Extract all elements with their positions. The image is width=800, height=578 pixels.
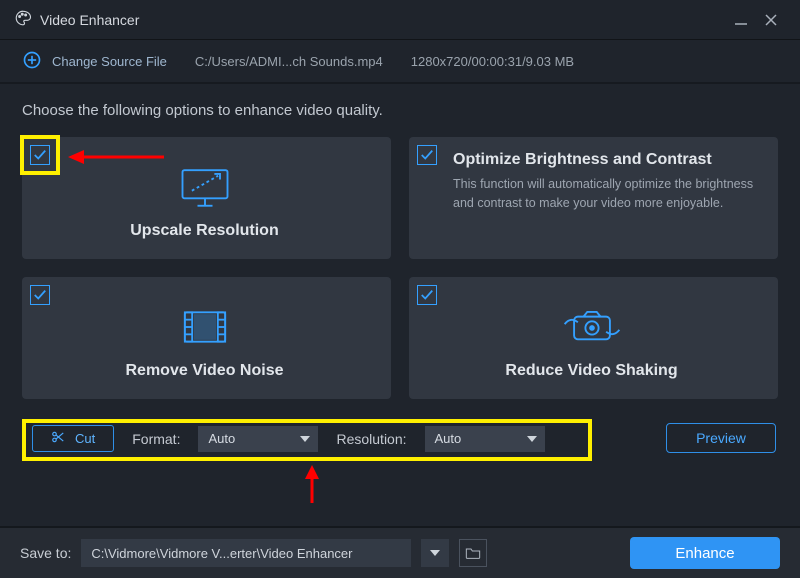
preview-label: Preview — [696, 430, 746, 446]
cut-button[interactable]: Cut — [32, 425, 114, 452]
card-deshake-title: Reduce Video Shaking — [505, 362, 677, 380]
card-deshake[interactable]: Reduce Video Shaking — [409, 277, 778, 399]
resolution-label: Resolution: — [336, 431, 406, 447]
card-optimize-desc: This function will automatically optimiz… — [453, 175, 758, 213]
minimize-button[interactable] — [726, 5, 756, 35]
cut-label: Cut — [75, 431, 95, 446]
controls-row: Cut Format: Auto Resolution: Auto Previe… — [22, 419, 778, 458]
main-area: Choose the following options to enhance … — [0, 84, 800, 466]
save-path-dropdown[interactable] — [421, 539, 449, 567]
checkbox-optimize[interactable] — [417, 145, 437, 165]
format-label: Format: — [132, 431, 180, 447]
app-title: Video Enhancer — [40, 12, 139, 28]
app-title-group: Video Enhancer — [14, 9, 139, 30]
bottom-bar: Save to: C:\Vidmore\Vidmore V...erter\Vi… — [0, 526, 800, 578]
card-upscale-title: Upscale Resolution — [130, 222, 278, 240]
checkbox-deshake[interactable] — [417, 285, 437, 305]
monitor-up-icon — [175, 160, 235, 214]
instruction-text: Choose the following options to enhance … — [22, 102, 778, 119]
save-path-field[interactable]: C:\Vidmore\Vidmore V...erter\Video Enhan… — [81, 539, 411, 567]
card-denoise-title: Remove Video Noise — [126, 362, 284, 380]
format-value: Auto — [208, 431, 235, 446]
camera-shake-icon — [559, 300, 625, 354]
close-button[interactable] — [756, 5, 786, 35]
chevron-down-icon — [527, 434, 537, 444]
save-to-label: Save to: — [20, 545, 71, 561]
change-source-button[interactable]: Change Source File — [22, 50, 167, 73]
chevron-down-icon — [300, 434, 310, 444]
enhancement-cards: Upscale Resolution Optimize Brightness a… — [22, 137, 778, 399]
save-path-text: C:\Vidmore\Vidmore V...erter\Video Enhan… — [91, 546, 352, 561]
enhance-button[interactable]: Enhance — [630, 537, 780, 569]
plus-circle-icon — [22, 50, 42, 73]
chevron-down-icon — [430, 548, 440, 558]
checkbox-denoise[interactable] — [30, 285, 50, 305]
folder-icon — [465, 546, 481, 560]
annotation-arrow-controls — [302, 463, 322, 505]
source-file-info: 1280x720/00:00:31/9.03 MB — [411, 54, 574, 69]
card-denoise[interactable]: Remove Video Noise — [22, 277, 391, 399]
preview-button[interactable]: Preview — [666, 423, 776, 453]
source-file-path: C:/Users/ADMI...ch Sounds.mp4 — [195, 54, 383, 69]
enhance-label: Enhance — [675, 545, 734, 562]
change-source-label: Change Source File — [52, 54, 167, 69]
format-dropdown[interactable]: Auto — [198, 426, 318, 452]
scissors-icon — [51, 430, 65, 447]
palette-icon — [14, 9, 32, 30]
card-optimize[interactable]: Optimize Brightness and Contrast This fu… — [409, 137, 778, 259]
resolution-dropdown[interactable]: Auto — [425, 426, 545, 452]
film-noise-icon — [179, 300, 231, 354]
card-upscale[interactable]: Upscale Resolution — [22, 137, 391, 259]
checkbox-upscale[interactable] — [30, 145, 50, 165]
file-bar: Change Source File C:/Users/ADMI...ch So… — [0, 40, 800, 84]
title-bar: Video Enhancer — [0, 0, 800, 40]
resolution-value: Auto — [435, 431, 462, 446]
open-folder-button[interactable] — [459, 539, 487, 567]
card-optimize-title: Optimize Brightness and Contrast — [453, 151, 712, 169]
